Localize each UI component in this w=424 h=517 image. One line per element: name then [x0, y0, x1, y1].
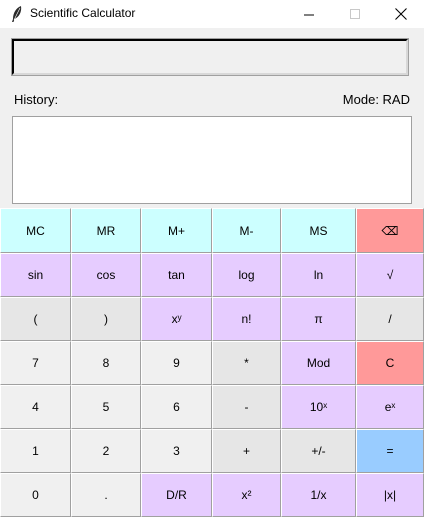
mode-indicator: Mode: RAD — [342, 92, 410, 107]
decimal-button[interactable]: . — [71, 473, 141, 517]
deg-rad-toggle-button[interactable]: D/R — [141, 473, 212, 517]
memory-subtract-button[interactable]: M- — [212, 208, 281, 253]
factorial-button[interactable]: n! — [212, 297, 281, 341]
add-button[interactable]: + — [212, 429, 281, 473]
sqrt-button[interactable]: √ — [356, 253, 424, 297]
title-bar: Scientific Calculator — [0, 0, 424, 28]
digit-5-button[interactable]: 5 — [71, 385, 141, 429]
subtract-button[interactable]: - — [212, 385, 281, 429]
digit-0-button[interactable]: 0 — [0, 473, 71, 517]
keypad: MC MR M+ M- MS ⌫ sin cos tan log ln √ () xʸ n! π/ 7 8 9 * Mo… — [0, 208, 424, 517]
maximize-icon — [349, 8, 360, 19]
memory-recall-button[interactable]: MR — [71, 208, 141, 253]
calculator-display[interactable] — [11, 38, 409, 76]
log-button[interactable]: log — [212, 253, 281, 297]
cos-button[interactable]: cos — [71, 253, 141, 297]
digit-3-button[interactable]: 3 — [141, 429, 212, 473]
memory-clear-button[interactable]: MC — [0, 208, 71, 253]
digit-6-button[interactable]: 6 — [141, 385, 212, 429]
mod-button[interactable]: Mod — [281, 341, 356, 385]
memory-add-button[interactable]: M+ — [141, 208, 212, 253]
feather-icon — [12, 6, 22, 22]
equals-button[interactable]: = — [356, 429, 424, 473]
history-list[interactable] — [12, 116, 412, 204]
digit-1-button[interactable]: 1 — [0, 429, 71, 473]
history-label: History: — [14, 92, 59, 107]
clear-button[interactable]: C — [356, 341, 424, 385]
pi-button[interactable]: π — [281, 297, 356, 341]
tan-button[interactable]: tan — [141, 253, 212, 297]
power-button[interactable]: xʸ — [141, 297, 212, 341]
memory-store-button[interactable]: MS — [281, 208, 356, 253]
digit-8-button[interactable]: 8 — [71, 341, 141, 385]
minimize-button[interactable] — [286, 0, 332, 28]
close-button[interactable] — [378, 0, 424, 28]
divide-button[interactable]: / — [356, 297, 424, 341]
minimize-icon — [303, 14, 314, 15]
window-title: Scientific Calculator — [30, 6, 136, 20]
exp-button[interactable]: eˣ — [356, 385, 424, 429]
sin-button[interactable]: sin — [0, 253, 71, 297]
multiply-button[interactable]: * — [212, 341, 281, 385]
square-button[interactable]: x² — [212, 473, 281, 517]
backspace-button[interactable]: ⌫ — [356, 208, 424, 253]
digit-9-button[interactable]: 9 — [141, 341, 212, 385]
open-paren-button[interactable]: ( — [0, 297, 71, 341]
ln-button[interactable]: ln — [281, 253, 356, 297]
digit-7-button[interactable]: 7 — [0, 341, 71, 385]
ten-power-button[interactable]: 10ˣ — [281, 385, 356, 429]
close-icon — [395, 8, 407, 20]
maximize-button[interactable] — [332, 0, 378, 28]
digit-4-button[interactable]: 4 — [0, 385, 71, 429]
close-paren-button[interactable]: ) — [71, 297, 141, 341]
abs-button[interactable]: |x| — [356, 473, 424, 517]
reciprocal-button[interactable]: 1/x — [281, 473, 356, 517]
negate-button[interactable]: +/- — [281, 429, 356, 473]
digit-2-button[interactable]: 2 — [71, 429, 141, 473]
